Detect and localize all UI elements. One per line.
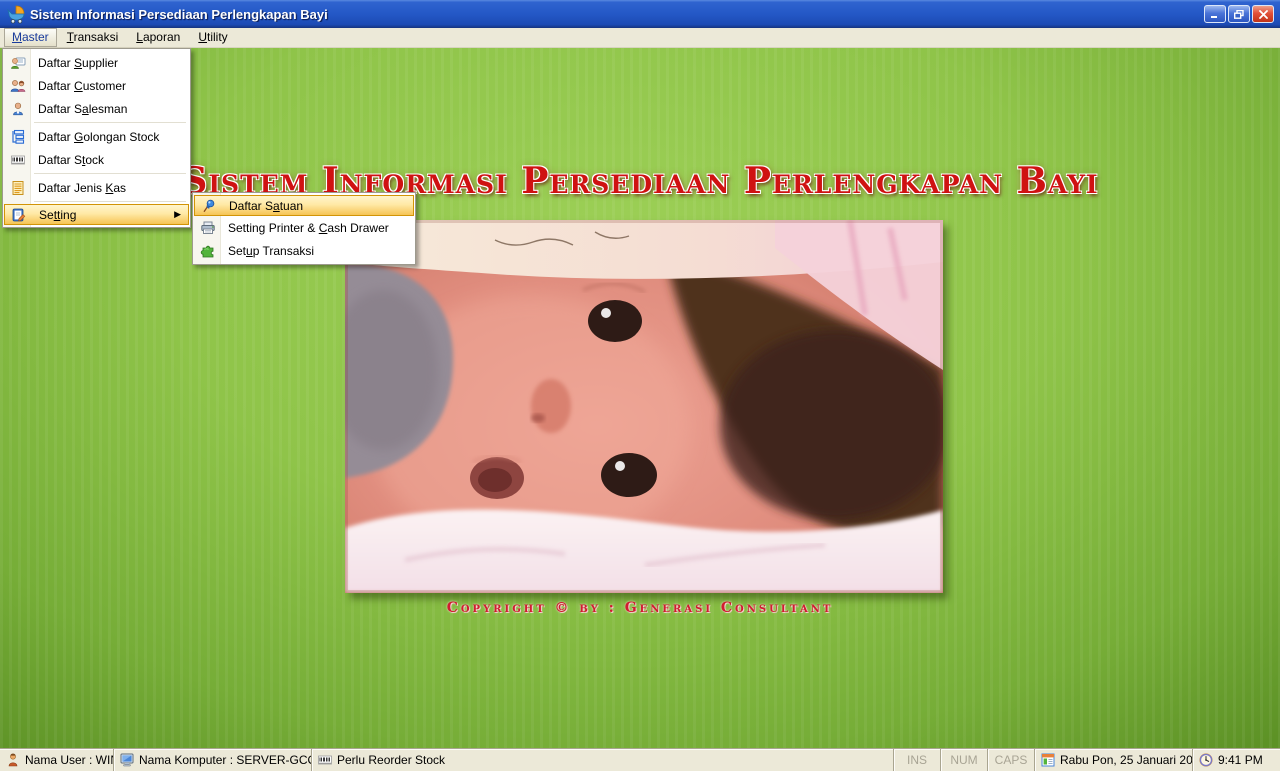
menu-separator [34,173,186,174]
submenu-item-daftar-satuan[interactable]: Daftar Satuan [194,195,414,216]
setting-icon [5,207,32,223]
menu-item-daftar-golongan-stock[interactable]: Daftar Golongan Stock [4,125,189,148]
copyright-text: Copyright © by : Generasi Consultant [0,600,1280,616]
status-date-text: Rabu Pon, 25 Januari 2012 [1060,753,1192,767]
menu-item-label: Setting [32,208,76,222]
menu-item-label: Daftar Customer [31,79,126,93]
menu-item-label: Setting Printer & Cash Drawer [221,221,389,235]
pushpin-icon [195,198,222,214]
baby-photo [345,220,943,593]
user-icon [5,752,21,768]
minimize-button[interactable] [1204,5,1226,23]
status-panel-num: NUM [940,749,987,771]
customer-icon [4,78,31,94]
submenu-item-setup-transaksi[interactable]: Setup Transaksi [194,239,414,262]
status-time-text: 9:41 PM [1218,753,1263,767]
status-user-text: Nama User : WIN7 [25,753,113,767]
caps-indicator: CAPS [995,753,1028,767]
status-panel-computer: Nama Komputer : SERVER-GCOM [113,749,311,771]
stroller-icon [6,4,26,24]
barcode-icon [4,152,31,168]
setting-submenu-popup: Daftar Satuan Setting Printer & Cash Dra… [192,192,416,265]
menu-item-setting[interactable]: Setting ▶ [4,204,189,225]
submenu-item-setting-printer[interactable]: Setting Printer & Cash Drawer [194,216,414,239]
puzzle-icon [194,243,221,259]
num-indicator: NUM [950,753,977,767]
menu-separator [34,201,186,202]
status-panel-ins: INS [893,749,940,771]
menu-item-daftar-supplier[interactable]: Daftar Supplier [4,51,189,74]
master-menu-popup: Daftar Supplier Daftar Customer [2,48,191,228]
status-panel-caps: CAPS [987,749,1034,771]
application-window: Sistem Informasi Persediaan Perlengkapan… [0,0,1280,771]
client-area: Sistem Informasi Persediaan Perlengkapan… [0,48,1280,748]
status-panel-time: 9:41 PM [1192,749,1280,771]
menu-item-label: Setup Transaksi [221,244,314,258]
printer-icon [194,220,221,236]
computer-icon [119,752,135,768]
menu-item-daftar-stock[interactable]: Daftar Stock [4,148,189,171]
restore-button[interactable] [1228,5,1250,23]
menu-item-daftar-jenis-kas[interactable]: Daftar Jenis Kas [4,176,189,199]
status-bar: Nama User : WIN7 Nama Komputer : SERVER-… [0,748,1280,771]
close-button[interactable] [1252,5,1274,23]
menu-item-label: Daftar Supplier [31,56,118,70]
supplier-icon [4,55,31,71]
menu-bar: Master Transaksi Laporan Utility [0,28,1280,48]
ins-indicator: INS [907,753,927,767]
menu-item-label: Daftar Stock [31,153,104,167]
menu-item-daftar-customer[interactable]: Daftar Customer [4,74,189,97]
menu-item-label: Daftar Jenis Kas [31,181,126,195]
calendar-icon [1040,752,1056,768]
menu-separator [34,122,186,123]
menubar-item-laporan[interactable]: Laporan [128,28,188,47]
reorder-barcode-icon [317,752,333,768]
submenu-arrow-icon: ▶ [174,210,181,219]
golongan-stock-icon [4,129,31,145]
status-panel-date: Rabu Pon, 25 Januari 2012 [1034,749,1192,771]
status-computer-text: Nama Komputer : SERVER-GCOM [139,753,311,767]
title-bar: Sistem Informasi Persediaan Perlengkapan… [0,0,1280,28]
clock-icon [1198,752,1214,768]
window-title: Sistem Informasi Persediaan Perlengkapan… [30,7,1204,22]
menubar-item-master[interactable]: Master [4,28,57,47]
status-panel-reorder: Perlu Reorder Stock [311,749,893,771]
status-panel-user: Nama User : WIN7 [0,749,113,771]
menu-item-label: Daftar Golongan Stock [31,130,159,144]
menubar-item-transaksi[interactable]: Transaksi [59,28,127,47]
menu-item-label: Daftar Satuan [222,199,303,213]
jenis-kas-icon [4,180,31,196]
menubar-item-utility[interactable]: Utility [190,28,235,47]
menu-item-label: Daftar Salesman [31,102,127,116]
status-reorder-text: Perlu Reorder Stock [337,753,445,767]
menu-item-daftar-salesman[interactable]: Daftar Salesman [4,97,189,120]
salesman-icon [4,101,31,117]
